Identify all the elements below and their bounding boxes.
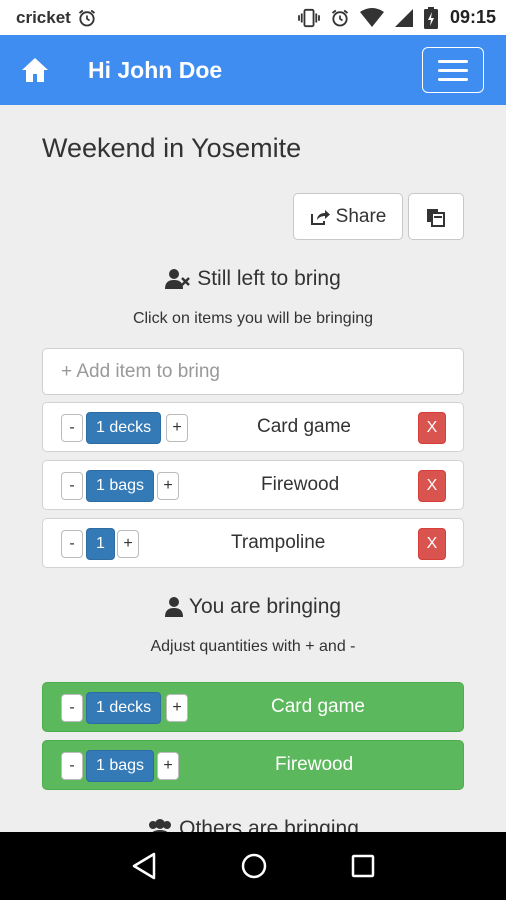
quantity-badge: 1 bags (86, 470, 155, 502)
navbar: Hi John Doe (0, 35, 506, 105)
decrease-button[interactable]: - (61, 472, 83, 500)
users-icon (149, 819, 172, 832)
vibrate-icon (298, 8, 320, 27)
hamburger-menu-button[interactable] (422, 47, 484, 93)
decrease-button[interactable]: - (61, 530, 83, 558)
trip-title: Weekend in Yosemite (42, 133, 302, 163)
item-name[interactable]: Card game (271, 683, 365, 731)
share-button[interactable]: Share (293, 193, 403, 240)
item-name[interactable]: Firewood (261, 461, 339, 509)
decrease-button[interactable]: - (61, 694, 83, 722)
share-label: Share (335, 205, 387, 227)
add-item-input[interactable] (42, 348, 464, 395)
others-heading-text: Others are bringing (179, 817, 359, 832)
recents-icon[interactable] (351, 854, 375, 878)
home-circle-icon[interactable] (240, 852, 268, 880)
item-name[interactable]: Firewood (275, 741, 353, 789)
item-name[interactable]: Card game (257, 403, 351, 451)
quantity-badge: 1 decks (86, 412, 162, 444)
system-navigation-bar (0, 832, 506, 900)
increase-button[interactable]: + (166, 694, 188, 722)
item-name[interactable]: Trampoline (231, 519, 325, 567)
delete-button[interactable]: X (418, 470, 446, 502)
battery-icon (423, 6, 438, 29)
signal-icon (394, 8, 413, 27)
increase-button[interactable]: + (117, 530, 139, 558)
you-bringing-heading: You are bringing (0, 595, 506, 619)
main-content: Weekend in Yosemite Share Still left to … (0, 105, 506, 832)
decrease-button[interactable]: - (61, 414, 83, 442)
menu-bar (438, 59, 468, 63)
list-item[interactable]: - 1 bags + Firewood X (42, 460, 464, 510)
you-bringing-subtitle: Adjust quantities with + and - (150, 638, 356, 655)
increase-button[interactable]: + (166, 414, 188, 442)
increase-button[interactable]: + (157, 752, 179, 780)
menu-bar (438, 68, 468, 72)
still-left-subtitle: Click on items you will be bringing (132, 310, 374, 327)
greeting-title: Hi John Doe (88, 56, 223, 83)
increase-button[interactable]: + (157, 472, 179, 500)
quantity-badge: 1 (86, 528, 115, 560)
wifi-icon (359, 7, 384, 27)
list-item[interactable]: - 1 decks + Card game (42, 682, 464, 732)
user-remove-icon (165, 269, 191, 289)
menu-bar (438, 77, 468, 81)
quantity-badge: 1 decks (86, 692, 162, 724)
home-button[interactable] (0, 35, 70, 105)
decrease-button[interactable]: - (61, 752, 83, 780)
back-icon[interactable] (131, 852, 157, 880)
user-icon (164, 597, 183, 617)
list-item[interactable]: - 1 + Trampoline X (42, 518, 464, 568)
home-icon (22, 58, 48, 82)
status-bar: cricket 09:15 (0, 0, 506, 35)
copy-icon (427, 208, 445, 227)
alarm-icon (331, 9, 349, 26)
list-item[interactable]: - 1 decks + Card game X (42, 402, 464, 452)
delete-button[interactable]: X (418, 528, 446, 560)
copy-button[interactable] (408, 193, 464, 240)
still-left-heading-text: Still left to bring (197, 267, 341, 290)
alarm-icon (78, 9, 95, 26)
others-heading: Others are bringing (0, 817, 506, 832)
delete-button[interactable]: X (418, 412, 446, 444)
carrier-name: cricket (16, 7, 71, 27)
clock: 09:15 (449, 7, 496, 27)
share-icon (310, 209, 330, 225)
you-bringing-heading-text: You are bringing (188, 595, 342, 618)
quantity-badge: 1 bags (86, 750, 155, 782)
list-item[interactable]: - 1 bags + Firewood (42, 740, 464, 790)
still-left-heading: Still left to bring (0, 267, 506, 291)
